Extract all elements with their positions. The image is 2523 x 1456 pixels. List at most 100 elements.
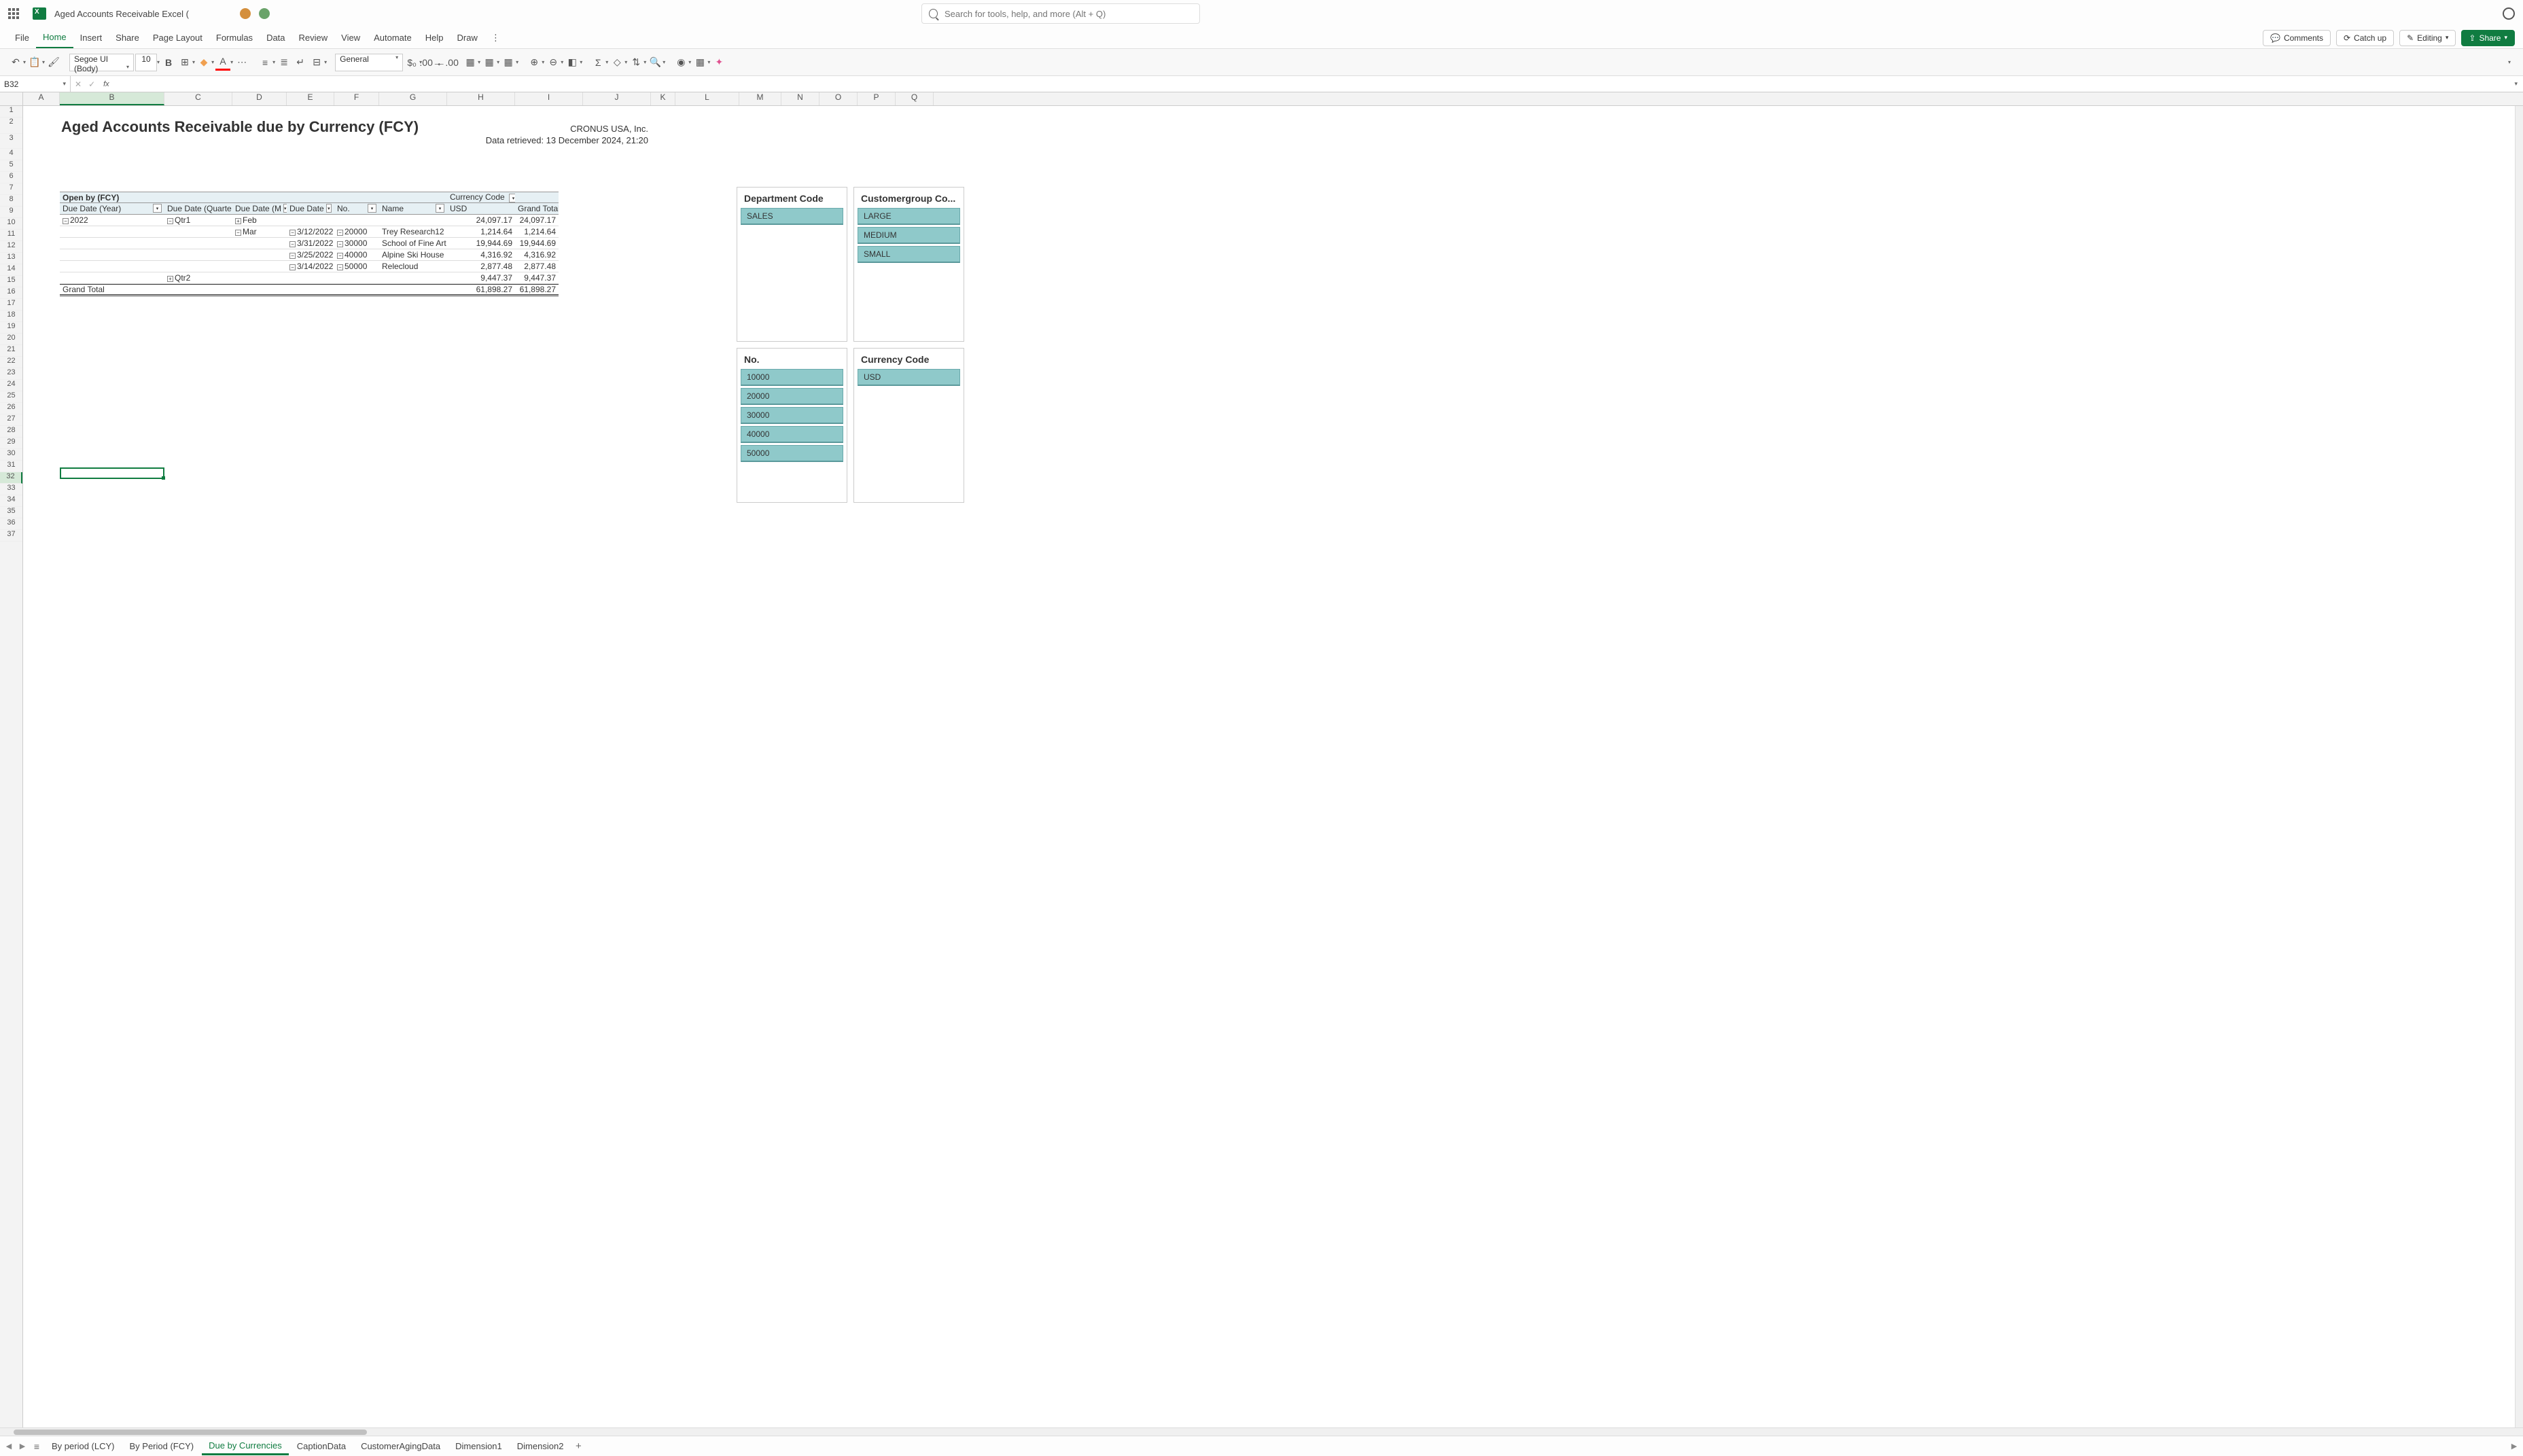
all-sheets-menu[interactable]: ≡ xyxy=(30,1441,43,1452)
comments-button[interactable]: 💬 Comments xyxy=(2263,30,2331,46)
slicer-item[interactable]: SALES xyxy=(741,208,843,225)
fx-label[interactable]: fx xyxy=(99,80,113,88)
row-header[interactable]: 35 xyxy=(0,507,22,518)
tab-data[interactable]: Data xyxy=(260,28,292,48)
paste-button[interactable]: 📋 xyxy=(27,54,42,71)
col-header-e[interactable]: E xyxy=(287,92,334,105)
number-format-select[interactable]: General ▾ xyxy=(335,54,403,71)
tab-help[interactable]: Help xyxy=(419,28,451,48)
tab-home[interactable]: Home xyxy=(36,28,73,48)
row-header[interactable]: 21 xyxy=(0,345,22,357)
collapse-icon[interactable]: − xyxy=(63,218,69,224)
col-header-q[interactable]: Q xyxy=(896,92,934,105)
tab-insert[interactable]: Insert xyxy=(73,28,109,48)
col-header-a[interactable]: A xyxy=(23,92,60,105)
slicer-customergroup[interactable]: Customergroup Co... LARGE MEDIUM SMALL xyxy=(853,187,964,342)
more-font-button[interactable]: ⋯ xyxy=(234,54,249,71)
conditional-format-button[interactable]: ▦ xyxy=(463,54,478,71)
spreadsheet-grid[interactable]: A B C D E F G H I J K L M N O P Q 1 2 3 … xyxy=(0,92,2523,1427)
slicer-item[interactable]: 40000 xyxy=(741,426,843,443)
slicer-item[interactable]: LARGE xyxy=(858,208,960,225)
settings-icon[interactable] xyxy=(2503,7,2515,20)
find-button[interactable]: 🔍 xyxy=(648,54,663,71)
borders-button[interactable]: ⊞ xyxy=(177,54,192,71)
collapse-icon[interactable]: − xyxy=(337,241,343,247)
tab-file[interactable]: File xyxy=(8,28,36,48)
ribbon-expand-button[interactable]: ▾ xyxy=(2503,54,2518,71)
currency-button[interactable]: $₀ xyxy=(404,54,419,71)
collapse-icon[interactable]: − xyxy=(289,253,296,259)
collapse-icon[interactable]: − xyxy=(289,241,296,247)
row-header[interactable]: 26 xyxy=(0,403,22,414)
row-header[interactable]: 29 xyxy=(0,438,22,449)
row-header[interactable]: 8 xyxy=(0,195,22,207)
cancel-formula-icon[interactable]: ✕ xyxy=(75,79,82,89)
sheet-tab[interactable]: CustomerAgingData xyxy=(354,1438,447,1454)
expand-icon[interactable]: + xyxy=(235,218,241,224)
col-header-m[interactable]: M xyxy=(739,92,781,105)
vertical-scrollbar[interactable] xyxy=(2515,106,2523,1427)
search-input[interactable] xyxy=(945,9,1193,19)
add-sheet-button[interactable]: + xyxy=(571,1440,585,1452)
tab-formulas[interactable]: Formulas xyxy=(209,28,260,48)
row-header[interactable]: 18 xyxy=(0,310,22,322)
fill-color-button[interactable]: ◆ xyxy=(196,54,211,71)
cell-styles-button[interactable]: ▦ xyxy=(501,54,516,71)
row-header[interactable]: 10 xyxy=(0,218,22,230)
filter-icon[interactable]: ▾ xyxy=(326,204,332,213)
col-header-k[interactable]: K xyxy=(651,92,675,105)
slicer-item[interactable]: 20000 xyxy=(741,388,843,405)
insert-cells-button[interactable]: ⊕ xyxy=(527,54,542,71)
collapse-icon[interactable]: − xyxy=(235,230,241,236)
row-header[interactable]: 15 xyxy=(0,276,22,287)
slicer-item[interactable]: SMALL xyxy=(858,246,960,263)
collapse-icon[interactable]: − xyxy=(337,264,343,270)
row-header[interactable]: 19 xyxy=(0,322,22,334)
filter-icon[interactable]: ▾ xyxy=(368,204,376,213)
row-header[interactable]: 13 xyxy=(0,253,22,264)
filter-icon[interactable]: ▾ xyxy=(509,194,515,202)
slicer-item[interactable]: 10000 xyxy=(741,369,843,386)
addins-button[interactable]: ◉ xyxy=(673,54,688,71)
row-header[interactable]: 37 xyxy=(0,530,22,541)
row-header[interactable]: 2 xyxy=(0,118,22,134)
col-header-g[interactable]: G xyxy=(379,92,447,105)
collapse-icon[interactable]: − xyxy=(289,264,296,270)
col-header-j[interactable]: J xyxy=(583,92,651,105)
format-table-button[interactable]: ▦ xyxy=(482,54,497,71)
col-header-d[interactable]: D xyxy=(232,92,287,105)
tab-share[interactable]: Share xyxy=(109,28,146,48)
row-header[interactable]: 6 xyxy=(0,172,22,183)
format-painter-button[interactable]: 🖌 xyxy=(46,54,61,71)
row-header[interactable]: 20 xyxy=(0,334,22,345)
catchup-button[interactable]: ⟳ Catch up xyxy=(2336,30,2394,46)
row-header[interactable]: 25 xyxy=(0,391,22,403)
col-header-p[interactable]: P xyxy=(858,92,896,105)
clear-button[interactable]: ◇ xyxy=(610,54,624,71)
slicer-item[interactable]: MEDIUM xyxy=(858,227,960,244)
sheet-nav-next[interactable]: ▶ xyxy=(16,1442,29,1451)
row-header[interactable]: 28 xyxy=(0,426,22,438)
col-header-n[interactable]: N xyxy=(781,92,819,105)
share-button[interactable]: ⇪ Share ▾ xyxy=(2461,30,2515,46)
collapse-icon[interactable]: − xyxy=(167,218,173,224)
tab-draw[interactable]: Draw xyxy=(451,28,484,48)
delete-cells-button[interactable]: ⊖ xyxy=(546,54,561,71)
col-header-l[interactable]: L xyxy=(675,92,739,105)
sensitivity-icon[interactable] xyxy=(240,8,251,19)
sheet-tab[interactable]: By Period (FCY) xyxy=(122,1438,200,1454)
row-header[interactable]: 31 xyxy=(0,461,22,472)
filter-icon[interactable]: ▾ xyxy=(153,204,162,213)
row-header[interactable]: 34 xyxy=(0,495,22,507)
row-header[interactable]: 16 xyxy=(0,287,22,299)
row-header[interactable]: 12 xyxy=(0,241,22,253)
slicer-no[interactable]: No. 10000 20000 30000 40000 50000 xyxy=(737,348,847,503)
row-header[interactable]: 22 xyxy=(0,357,22,368)
tab-page-layout[interactable]: Page Layout xyxy=(146,28,209,48)
collapse-icon[interactable]: − xyxy=(337,230,343,236)
search-box[interactable] xyxy=(921,3,1200,24)
slicer-department[interactable]: Department Code SALES xyxy=(737,187,847,342)
tab-view[interactable]: View xyxy=(334,28,367,48)
copilot-button[interactable]: ✦ xyxy=(711,54,726,71)
row-header[interactable]: 17 xyxy=(0,299,22,310)
